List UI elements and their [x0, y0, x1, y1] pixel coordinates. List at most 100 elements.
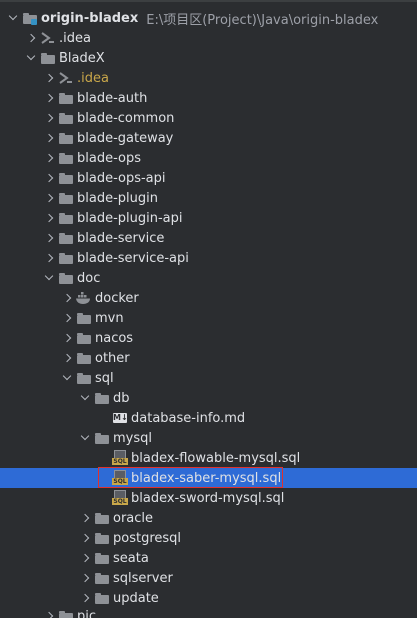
tree-row-seata[interactable]: seata — [0, 548, 417, 568]
tree-row-database-info[interactable]: M↓ database-info.md — [0, 408, 417, 428]
module-folder-icon — [22, 8, 38, 28]
folder-icon — [94, 428, 110, 448]
sql-file-icon: SQL — [112, 488, 128, 508]
tree-row-label: blade-service-api — [77, 250, 189, 266]
chevron-right-icon[interactable] — [42, 88, 58, 108]
tree-row-label: blade-ops — [77, 150, 141, 166]
chevron-down-icon[interactable] — [6, 8, 22, 28]
tree-row-other[interactable]: other — [0, 348, 417, 368]
tree-row-oracle[interactable]: oracle — [0, 508, 417, 528]
chevron-right-icon[interactable] — [78, 568, 94, 588]
tree-row-blade-ops-api[interactable]: blade-ops-api — [0, 168, 417, 188]
tree-row-bladex-flowable[interactable]: SQL bladex-flowable-mysql.sql — [0, 448, 417, 468]
chevron-right-icon[interactable] — [42, 128, 58, 148]
tree-row-label: db — [113, 390, 130, 406]
tree-row-blade-ops[interactable]: blade-ops — [0, 148, 417, 168]
tree-row-label: oracle — [113, 510, 154, 526]
tree-row-blade-auth[interactable]: blade-auth — [0, 88, 417, 108]
chevron-right-icon[interactable] — [60, 308, 76, 328]
tree-row-bladex-sword[interactable]: SQL bladex-sword-mysql.sql — [0, 488, 417, 508]
tree-row-blade-plugin[interactable]: blade-plugin — [0, 188, 417, 208]
tree-row-label: database-info.md — [131, 410, 246, 426]
tree-row-label: blade-service — [77, 230, 165, 246]
chevron-right-icon[interactable] — [42, 68, 58, 88]
chevron-right-icon[interactable] — [42, 208, 58, 228]
tree-row-label: blade-gateway — [77, 130, 174, 146]
tree-row-blade-service-api[interactable]: blade-service-api — [0, 248, 417, 268]
chevron-right-icon[interactable] — [60, 328, 76, 348]
tree-row-label: nacos — [95, 330, 134, 346]
chevron-down-icon[interactable] — [78, 428, 94, 448]
tree-row-db[interactable]: db — [0, 388, 417, 408]
tree-row-blade-plugin-api[interactable]: blade-plugin-api — [0, 208, 417, 228]
folder-icon — [58, 228, 74, 248]
folder-icon — [94, 568, 110, 588]
top-edge — [0, 0, 417, 2]
tree-row-mysql[interactable]: mysql — [0, 428, 417, 448]
idea-icon — [58, 68, 74, 88]
tree-row-bladex[interactable]: BladeX — [0, 48, 417, 68]
tree-row-update[interactable]: update — [0, 588, 417, 608]
tree-row-label: update — [113, 590, 159, 606]
tree-row-label: BladeX — [59, 50, 105, 66]
tree-row-label: sql — [95, 370, 114, 386]
tree-row-label: seata — [113, 550, 149, 566]
folder-icon — [76, 368, 92, 388]
tree-row-blade-service[interactable]: blade-service — [0, 228, 417, 248]
tree-row-nacos[interactable]: nacos — [0, 328, 417, 348]
chevron-right-icon[interactable] — [60, 348, 76, 368]
folder-icon — [58, 268, 74, 288]
tree-row-postgresql[interactable]: postgresql — [0, 528, 417, 548]
folder-icon — [58, 108, 74, 128]
tree-row-blade-gateway[interactable]: blade-gateway — [0, 128, 417, 148]
folder-icon — [76, 348, 92, 368]
chevron-right-icon[interactable] — [60, 288, 76, 308]
folder-icon — [94, 548, 110, 568]
chevron-right-icon[interactable] — [42, 228, 58, 248]
chevron-right-icon[interactable] — [42, 168, 58, 188]
tree-row-blade-common[interactable]: blade-common — [0, 108, 417, 128]
folder-icon — [58, 148, 74, 168]
folder-icon — [58, 188, 74, 208]
tree-row-pic[interactable]: pic — [0, 606, 417, 618]
folder-icon — [58, 208, 74, 228]
tree-row-sql[interactable]: sql — [0, 368, 417, 388]
tree-row-idea-root[interactable]: .idea — [0, 28, 417, 48]
chevron-right-icon[interactable] — [78, 588, 94, 608]
tree-row-label: mvn — [95, 310, 124, 326]
chevron-right-icon[interactable] — [78, 528, 94, 548]
tree-row-bladex-saber[interactable]: SQL bladex-saber-mysql.sql — [0, 468, 417, 488]
tree-row-label: postgresql — [113, 530, 182, 546]
idea-icon — [40, 28, 56, 48]
chevron-down-icon[interactable] — [42, 268, 58, 288]
chevron-right-icon[interactable] — [42, 148, 58, 168]
chevron-right-icon[interactable] — [42, 188, 58, 208]
chevron-right-icon[interactable] — [42, 108, 58, 128]
folder-icon — [94, 588, 110, 608]
folder-icon — [94, 388, 110, 408]
tree-row-sqlserver[interactable]: sqlserver — [0, 568, 417, 588]
chevron-right-icon[interactable] — [42, 248, 58, 268]
sql-file-icon: SQL — [112, 448, 128, 468]
chevron-down-icon[interactable] — [24, 48, 40, 68]
tree-row-label: blade-auth — [77, 90, 148, 106]
folder-icon — [58, 606, 74, 618]
tree-row-idea-bladex[interactable]: .idea — [0, 68, 417, 88]
project-tree: origin-bladex E:\项目区(Project)\Java\origi… — [0, 0, 417, 618]
tree-row-doc[interactable]: doc — [0, 268, 417, 288]
chevron-right-icon[interactable] — [78, 548, 94, 568]
chevron-right-icon[interactable] — [42, 606, 58, 618]
tree-row-docker[interactable]: docker — [0, 288, 417, 308]
tree-row-label: mysql — [113, 430, 152, 446]
tree-row-label: other — [95, 350, 130, 366]
tree-row-label: blade-ops-api — [77, 170, 166, 186]
tree-row-mvn[interactable]: mvn — [0, 308, 417, 328]
chevron-right-icon[interactable] — [78, 508, 94, 528]
tree-row-origin-bladex[interactable]: origin-bladex E:\项目区(Project)\Java\origi… — [0, 8, 417, 28]
chevron-down-icon[interactable] — [60, 368, 76, 388]
tree-row-label: origin-bladex — [41, 10, 139, 26]
chevron-right-icon[interactable] — [24, 28, 40, 48]
tree-row-label: .idea — [59, 30, 91, 46]
chevron-down-icon[interactable] — [78, 388, 94, 408]
folder-icon — [40, 48, 56, 68]
